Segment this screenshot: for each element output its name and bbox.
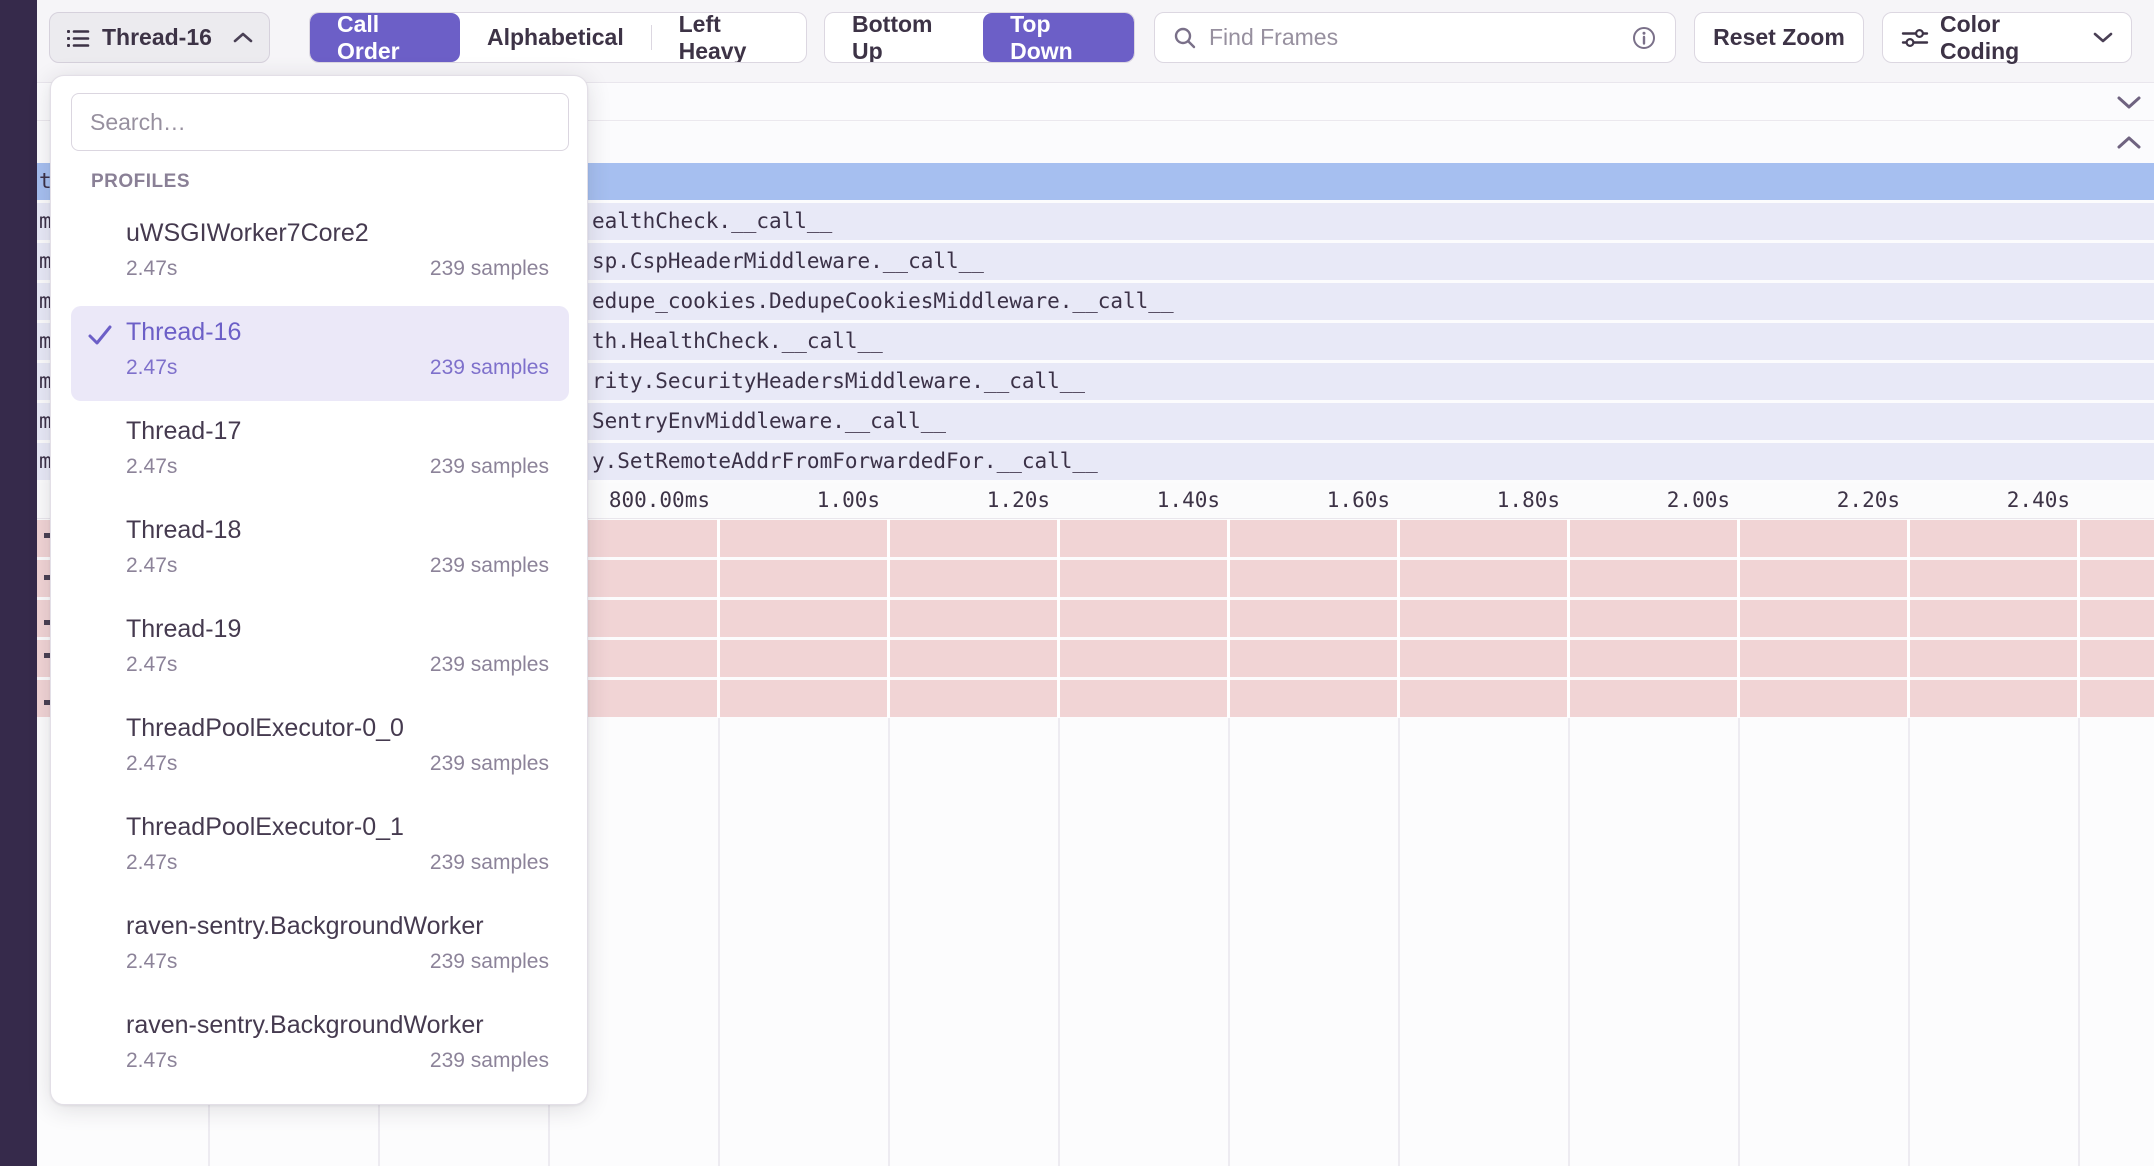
axis-tick-label: 1.00s [720,483,880,518]
reset-zoom-button[interactable]: Reset Zoom [1694,12,1864,63]
gridline [718,718,720,1166]
frame-label: th.HealthCheck.__call__ [592,323,883,360]
profile-sample-count: 239 samples [430,554,549,578]
profile-sample-count: 239 samples [430,752,549,776]
profile-item-uwsgiworker7core2[interactable]: uWSGIWorker7Core2 2.47s 239 samples [71,207,569,302]
gridline-over-rows [1227,519,1230,718]
profile-duration: 2.47s [126,455,177,479]
frame-label: SentryEnvMiddleware.__call__ [592,403,946,440]
profile-sample-count: 239 samples [430,257,549,281]
profile-item-thread-16[interactable]: Thread-16 2.47s 239 samples [71,306,569,401]
profile-duration: 2.47s [126,950,177,974]
gridline [888,718,890,1166]
find-frames-input[interactable] [1209,24,1619,51]
gridline [2078,718,2080,1166]
seg-option-top-down[interactable]: Top Down [983,13,1134,62]
seg-option-call-order[interactable]: Call Order [310,13,460,62]
axis-tick-label: 1.20s [890,483,1050,518]
profile-sample-count: 239 samples [430,1049,549,1073]
chevron-up-icon[interactable] [2116,135,2142,151]
profile-duration: 2.47s [126,752,177,776]
gridline-over-rows [1567,519,1570,718]
gridline [1058,718,1060,1166]
profile-sample-count: 239 samples [430,455,549,479]
frame-label: y.SetRemoteAddrFromForwardedFor.__call__ [592,443,1098,480]
gridline-over-rows [1057,519,1060,718]
profile-sample-count: 239 samples [430,851,549,875]
gridline-over-rows [1737,519,1740,718]
reset-zoom-label: Reset Zoom [1713,24,1845,51]
search-icon [1173,26,1197,50]
profile-duration: 2.47s [126,653,177,677]
chevron-up-icon [233,31,253,44]
dropdown-search-field[interactable] [71,93,569,151]
seg-option-bottom-up[interactable]: Bottom Up [825,13,983,62]
chevron-down-icon[interactable] [2116,94,2142,110]
axis-tick-label: 1.40s [1060,483,1220,518]
dropdown-search-input[interactable] [90,109,550,136]
frame-label: ealthCheck.__call__ [592,203,832,240]
profile-item-raven-sentry-backgroundworker[interactable]: raven-sentry.BackgroundWorker 2.47s 239 sa… [71,900,569,995]
seg-option-alphabetical[interactable]: Alphabetical [460,13,651,62]
thread-selector-button[interactable]: Thread-16 [49,12,270,63]
frame-label: sp.CspHeaderMiddleware.__call__ [592,243,984,280]
profile-name: ThreadPoolExecutor-0_0 [126,714,404,743]
profile-sample-count: 239 samples [430,356,549,380]
profile-item-raven-sentry-backgroundworker[interactable]: raven-sentry.BackgroundWorker 2.47s 239 sa… [71,999,569,1094]
axis-tick-label: 2.40s [1910,483,2070,518]
profile-name: uWSGIWorker7Core2 [126,219,369,248]
profile-name: Thread-18 [126,516,241,545]
list-icon [66,27,90,49]
profiling-toolbar: Thread-16 Call OrderAlphabeticalLeft Hea… [37,0,2154,83]
profile-duration: 2.47s [126,851,177,875]
axis-tick-label: 1.60s [1230,483,1390,518]
profile-item-thread-18[interactable]: Thread-18 2.47s 239 samples [71,504,569,599]
color-coding-button[interactable]: Color Coding [1882,12,2132,63]
sort-order-control: Call OrderAlphabeticalLeft Heavy [309,12,807,63]
profile-duration: 2.47s [126,1049,177,1073]
gridline [1908,718,1910,1166]
frame-label: edupe_cookies.DedupeCookiesMiddleware.__… [592,283,1174,320]
profile-name: raven-sentry.BackgroundWorker [126,1011,484,1040]
profile-duration: 2.47s [126,554,177,578]
profile-item-thread-17[interactable]: Thread-17 2.47s 239 samples [71,405,569,500]
axis-tick-label: 1.80s [1400,483,1560,518]
checkmark-icon [87,322,113,348]
gridline-over-rows [2077,519,2080,718]
chevron-down-icon [2093,31,2113,44]
profile-item-thread-19[interactable]: Thread-19 2.47s 239 samples [71,603,569,698]
profile-item-threadpoolexecutor-0-0[interactable]: ThreadPoolExecutor-0_0 2.47s 239 samples [71,702,569,797]
gridline [1738,718,1740,1166]
gridline-over-rows [1907,519,1910,718]
direction-control: Bottom UpTop Down [824,12,1135,63]
frame-label: rity.SecurityHeadersMiddleware.__call__ [592,363,1085,400]
profile-name: ThreadPoolExecutor-0_1 [126,813,404,842]
profile-name: Thread-19 [126,615,241,644]
profile-duration: 2.47s [126,257,177,281]
profile-name: raven-sentry.BackgroundWorker [126,912,484,941]
find-frames-field[interactable] [1154,12,1676,63]
axis-tick-label: 2.00s [1570,483,1730,518]
profile-name: Thread-16 [126,318,241,347]
gridline [1398,718,1400,1166]
thread-selector-label: Thread-16 [102,24,221,51]
sliders-icon [1901,27,1929,49]
gridline-over-rows [887,519,890,718]
profiles-section-label: PROFILES [91,171,190,193]
gridline-over-rows [717,519,720,718]
gridline [1228,718,1230,1166]
seg-option-left-heavy[interactable]: Left Heavy [652,13,806,62]
profile-duration: 2.47s [126,356,177,380]
profile-item-threadpoolexecutor-0-1[interactable]: ThreadPoolExecutor-0_1 2.47s 239 samples [71,801,569,896]
color-coding-label: Color Coding [1940,11,2082,65]
gridline-over-rows [1397,519,1400,718]
profile-sample-count: 239 samples [430,653,549,677]
axis-tick-label: 2.20s [1740,483,1900,518]
profile-selector-dropdown: PROFILES uWSGIWorker7Core2 2.47s 239 sampl… [50,75,588,1105]
profile-name: Thread-17 [126,417,241,446]
app-sidebar-strip [0,0,37,1166]
gridline [1568,718,1570,1166]
profile-sample-count: 239 samples [430,950,549,974]
info-icon[interactable] [1631,25,1657,51]
